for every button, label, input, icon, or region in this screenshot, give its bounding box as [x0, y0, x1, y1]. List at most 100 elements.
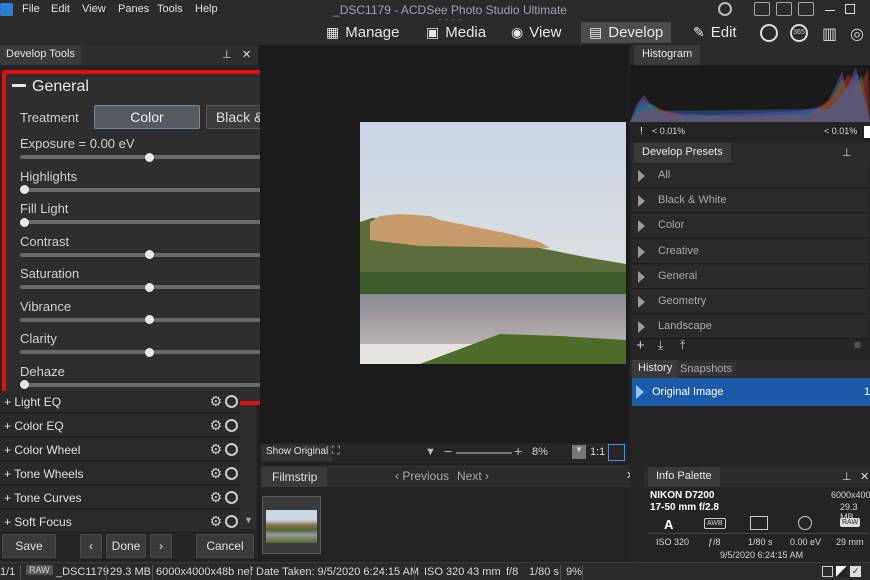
- menu-help[interactable]: Help: [195, 3, 218, 15]
- preset-item[interactable]: Geometry: [632, 290, 868, 314]
- treatment-color-button[interactable]: Color: [94, 105, 200, 129]
- reset-circle-icon[interactable]: [225, 467, 238, 480]
- account-icon[interactable]: [718, 2, 732, 16]
- menu-edit[interactable]: Edit: [51, 3, 70, 15]
- slider-thumb[interactable]: [145, 250, 154, 259]
- slider-thumb[interactable]: [20, 185, 29, 194]
- gear-icon[interactable]: ⚙: [209, 465, 222, 482]
- view-mode-icon[interactable]: [822, 566, 833, 577]
- photo-preview[interactable]: [360, 122, 626, 364]
- layout-right-icon[interactable]: [798, 2, 814, 16]
- pin-icon[interactable]: ⊥: [842, 470, 852, 483]
- layout-bottom-icon[interactable]: [776, 2, 792, 16]
- slider-track[interactable]: [20, 187, 278, 192]
- gear-icon[interactable]: ⚙: [209, 489, 222, 506]
- slider-thumb[interactable]: [145, 347, 154, 357]
- tools-scrollbar[interactable]: ▼: [240, 405, 256, 529]
- preset-item[interactable]: Creative: [632, 239, 868, 264]
- reset-circle-icon[interactable]: [225, 395, 238, 408]
- show-original-button[interactable]: Show Original: [262, 445, 333, 461]
- slider-thumb[interactable]: [145, 282, 154, 292]
- next-button[interactable]: ›: [150, 534, 172, 558]
- dashboard-icon[interactable]: [760, 24, 778, 42]
- close-icon[interactable]: ✕: [242, 48, 251, 61]
- expand-triangle-icon[interactable]: [638, 321, 645, 334]
- tool-row[interactable]: + Color Wheel ⚙: [0, 439, 240, 461]
- reset-circle-icon[interactable]: [225, 443, 238, 456]
- compare-icon[interactable]: [836, 566, 847, 577]
- menu-tools[interactable]: Tools: [157, 3, 183, 15]
- slider-thumb[interactable]: [145, 152, 154, 162]
- slider-thumb[interactable]: [20, 217, 29, 227]
- calendar-365-icon[interactable]: 365: [790, 24, 808, 42]
- tool-row[interactable]: + Soft Focus ⚙: [0, 511, 240, 533]
- scroll-down-icon[interactable]: ▼: [244, 515, 253, 525]
- preset-item[interactable]: General: [632, 264, 868, 289]
- done-button[interactable]: Done: [106, 534, 146, 558]
- tool-row[interactable]: + Tone Curves ⚙: [0, 487, 240, 509]
- reset-circle-icon[interactable]: [225, 491, 238, 504]
- save-button[interactable]: Save: [2, 534, 56, 558]
- reset-circle-icon[interactable]: [225, 515, 238, 528]
- layout-left-icon[interactable]: [754, 2, 770, 16]
- preset-item[interactable]: Color: [632, 214, 868, 239]
- mode-manage[interactable]: ▦ Manage: [318, 22, 407, 43]
- minimize-icon[interactable]: [825, 10, 835, 11]
- next-link[interactable]: Next ›: [457, 469, 489, 483]
- expand-triangle-icon[interactable]: [638, 270, 645, 283]
- expand-triangle-icon[interactable]: [638, 296, 645, 308]
- slider-track[interactable]: [20, 382, 278, 387]
- slider-thumb[interactable]: [20, 380, 29, 389]
- export-icon[interactable]: ⤒: [680, 338, 685, 353]
- ratio-button[interactable]: 1:1: [590, 446, 605, 458]
- maximize-icon[interactable]: [845, 4, 855, 14]
- expand-icon[interactable]: [608, 444, 625, 461]
- slider-track[interactable]: [20, 220, 278, 224]
- pin-icon[interactable]: ⊥: [222, 48, 232, 61]
- preset-item[interactable]: Black & White: [632, 189, 868, 214]
- zoom-slider[interactable]: [456, 452, 512, 454]
- previous-link[interactable]: ‹ Previous: [395, 469, 449, 483]
- list-icon[interactable]: ≡: [854, 338, 861, 352]
- expand-triangle-icon[interactable]: [638, 245, 645, 258]
- tool-row[interactable]: + Color EQ ⚙: [0, 415, 240, 437]
- gear-icon[interactable]: ⚙: [209, 513, 222, 530]
- history-tab[interactable]: History: [632, 360, 679, 378]
- cancel-button[interactable]: Cancel: [196, 534, 254, 558]
- menu-view[interactable]: View: [82, 3, 106, 15]
- clip-indicator[interactable]: [864, 126, 870, 138]
- stats-icon[interactable]: ▥: [822, 24, 837, 44]
- zoom-in-icon[interactable]: +: [514, 443, 522, 459]
- gear-icon[interactable]: ⚙: [209, 441, 222, 458]
- slider-thumb[interactable]: [145, 315, 154, 324]
- mode-edit[interactable]: ✎ Edit: [685, 22, 745, 43]
- import-icon[interactable]: ⤓: [658, 338, 663, 353]
- menu-file[interactable]: File: [22, 3, 40, 15]
- expand-triangle-icon[interactable]: [638, 170, 645, 182]
- collapse-icon[interactable]: [12, 84, 26, 87]
- gear-icon[interactable]: ⚙: [209, 393, 222, 410]
- previous-button[interactable]: ‹: [80, 534, 102, 558]
- tool-row[interactable]: + Light EQ ⚙: [0, 391, 240, 413]
- develop-tools-tab[interactable]: Develop Tools: [0, 45, 81, 65]
- expand-triangle-icon[interactable]: [638, 195, 645, 208]
- presets-tab[interactable]: Develop Presets: [634, 143, 731, 163]
- preset-item[interactable]: Landscape: [632, 315, 868, 340]
- triangle-down-icon[interactable]: ▼: [425, 446, 436, 458]
- mode-view[interactable]: ◉ View: [503, 22, 569, 43]
- expand-triangle-icon[interactable]: [638, 220, 645, 233]
- mode-develop[interactable]: ▤ Develop: [581, 22, 672, 43]
- zoom-dropdown[interactable]: ▼: [572, 445, 586, 459]
- histogram-tab[interactable]: Histogram: [634, 45, 701, 65]
- tool-row[interactable]: + Tone Wheels ⚙: [0, 463, 240, 485]
- pin-icon[interactable]: ⊥: [842, 146, 852, 159]
- zoom-out-icon[interactable]: −: [444, 443, 452, 459]
- filmstrip-tab[interactable]: Filmstrip: [262, 467, 328, 487]
- info-palette-tab[interactable]: Info Palette: [648, 467, 720, 487]
- add-icon[interactable]: +: [636, 337, 645, 354]
- snapshots-tab[interactable]: Snapshots: [676, 362, 736, 376]
- preset-item[interactable]: All: [632, 164, 868, 188]
- close-icon[interactable]: ✕: [860, 470, 869, 483]
- lens-icon[interactable]: ◎: [850, 24, 864, 44]
- reset-circle-icon[interactable]: [225, 419, 238, 432]
